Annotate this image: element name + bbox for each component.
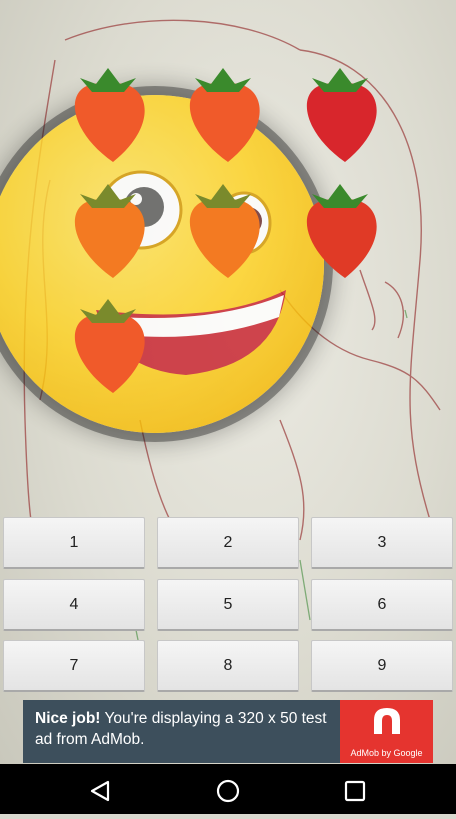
game-area[interactable]: 1 2 3 4 5 6 7 8 9 Nice job! You're displ…: [0, 0, 456, 764]
key-2-button[interactable]: 2: [157, 517, 299, 569]
admob-brand-label: AdMob by Google: [350, 748, 423, 758]
smiley-icon: [96, 170, 286, 375]
key-9-button[interactable]: 9: [311, 640, 453, 692]
key-1-button[interactable]: 1: [3, 517, 145, 569]
strawberry-icon: [189, 68, 260, 162]
strawberry-icon: [74, 299, 145, 393]
key-5-button[interactable]: 5: [157, 579, 299, 631]
android-nav-bar: [0, 764, 456, 814]
strawberry-icon: [74, 68, 145, 162]
admob-icon: [374, 708, 400, 734]
strawberry-icon: [306, 68, 377, 162]
strawberry-icon: [306, 184, 377, 278]
emoji-lens: [0, 95, 324, 433]
home-icon[interactable]: [216, 779, 240, 803]
admob-logo[interactable]: AdMob by Google: [340, 700, 433, 763]
recents-icon[interactable]: [344, 780, 366, 802]
key-8-button[interactable]: 8: [157, 640, 299, 692]
key-4-button[interactable]: 4: [3, 579, 145, 631]
ad-headline: Nice job!: [35, 710, 101, 727]
strawberry-icon: [74, 184, 145, 278]
ad-text[interactable]: Nice job! You're displaying a 320 x 50 t…: [23, 700, 340, 763]
key-6-button[interactable]: 6: [311, 579, 453, 631]
back-icon[interactable]: [90, 780, 110, 802]
key-3-button[interactable]: 3: [311, 517, 453, 569]
ad-banner[interactable]: Nice job! You're displaying a 320 x 50 t…: [23, 700, 433, 763]
nav-icons: [90, 779, 366, 803]
key-7-button[interactable]: 7: [3, 640, 145, 692]
strawberry-icon: [189, 184, 260, 278]
